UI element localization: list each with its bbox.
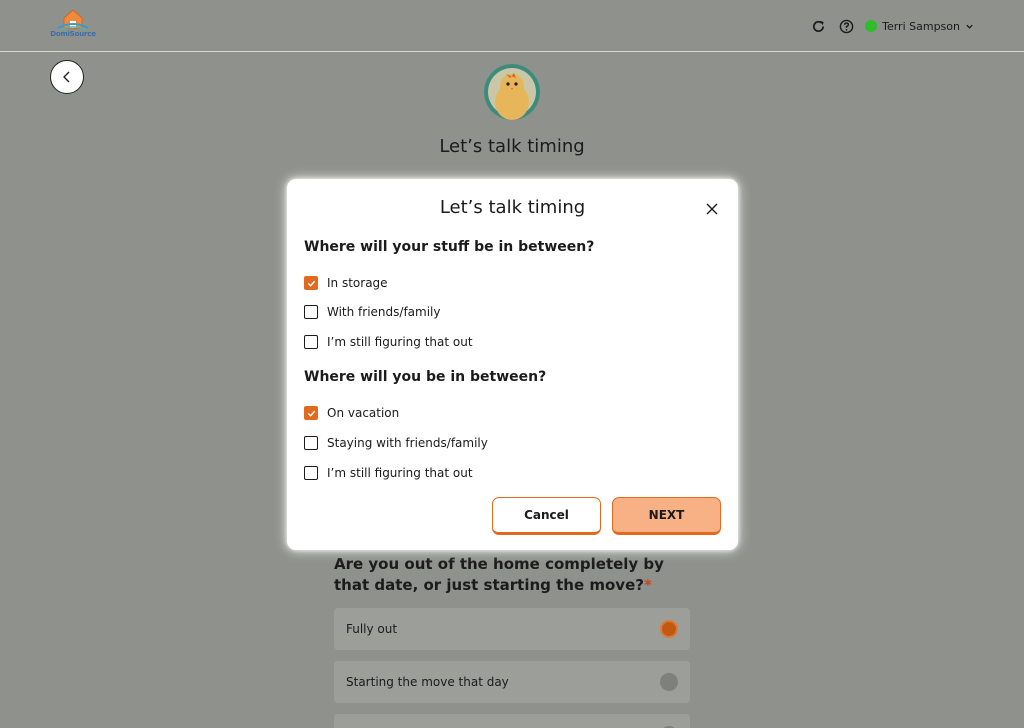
option-label: Starting the move that day	[346, 675, 509, 689]
checkbox-still-figuring-stuff[interactable]: I’m still figuring that out	[304, 334, 473, 350]
checkbox-icon[interactable]	[304, 466, 318, 480]
option-fully-out[interactable]: Fully out	[334, 608, 690, 650]
checkbox-with-friends[interactable]: With friends/family	[304, 304, 441, 320]
checkbox-label: On vacation	[327, 406, 400, 420]
radio-selected-icon[interactable]	[660, 620, 678, 638]
checkbox-still-figuring-you[interactable]: I’m still figuring that out	[304, 465, 473, 481]
back-button[interactable]	[50, 60, 84, 94]
help-icon[interactable]	[837, 17, 855, 35]
chevron-left-icon	[63, 71, 70, 83]
checkbox-label: I’m still figuring that out	[327, 466, 473, 480]
online-status-icon	[865, 20, 878, 32]
timing-modal: Let’s talk timing Where will your stuff …	[287, 179, 738, 550]
option-starting-move[interactable]: Starting the move that day	[334, 661, 690, 703]
checkbox-staying-with-friends[interactable]: Staying with friends/family	[304, 435, 488, 451]
checkbox-icon[interactable]	[304, 305, 318, 319]
refresh-icon[interactable]	[809, 17, 827, 35]
logo-text: DomiSource	[50, 30, 96, 38]
checkbox-checked-icon[interactable]	[304, 276, 318, 290]
next-button[interactable]: NEXT	[612, 497, 721, 535]
header-actions: Terri Sampson	[809, 16, 974, 36]
stuff-section-title: Where will your stuff be in between?	[304, 239, 595, 255]
radio-icon[interactable]	[660, 673, 678, 691]
modal-title: Let’s talk timing	[439, 197, 586, 218]
checkbox-on-vacation[interactable]: On vacation	[304, 405, 399, 421]
chevron-down-icon	[966, 24, 973, 29]
close-icon[interactable]	[703, 200, 721, 218]
move-question: Are you out of the home completely by th…	[334, 554, 704, 596]
move-question-text: Are you out of the home completely by th…	[334, 555, 664, 594]
mascot-avatar	[484, 64, 540, 120]
checkbox-label: I’m still figuring that out	[327, 335, 473, 349]
logo-house-icon	[57, 9, 89, 31]
checkbox-label: In storage	[327, 276, 388, 290]
required-mark: *	[643, 576, 652, 594]
checkbox-icon[interactable]	[304, 436, 318, 450]
user-name: Terri Sampson	[882, 19, 960, 33]
top-header: DomiSource Terri Sampson	[0, 0, 1024, 52]
app-logo[interactable]: DomiSource	[50, 8, 96, 42]
you-section-title: Where will you be in between?	[304, 369, 547, 385]
checkbox-label: With friends/family	[327, 305, 441, 319]
checkbox-label: Staying with friends/family	[327, 436, 488, 450]
checkbox-in-storage[interactable]: In storage	[304, 275, 388, 291]
page-title: Let’s talk timing	[439, 136, 585, 157]
option-label: Fully out	[346, 622, 398, 636]
option-third[interactable]	[334, 714, 690, 728]
user-menu[interactable]: Terri Sampson	[865, 20, 974, 33]
checkbox-icon[interactable]	[304, 335, 318, 349]
checkbox-checked-icon[interactable]	[304, 406, 318, 420]
cancel-button[interactable]: Cancel	[492, 497, 601, 535]
